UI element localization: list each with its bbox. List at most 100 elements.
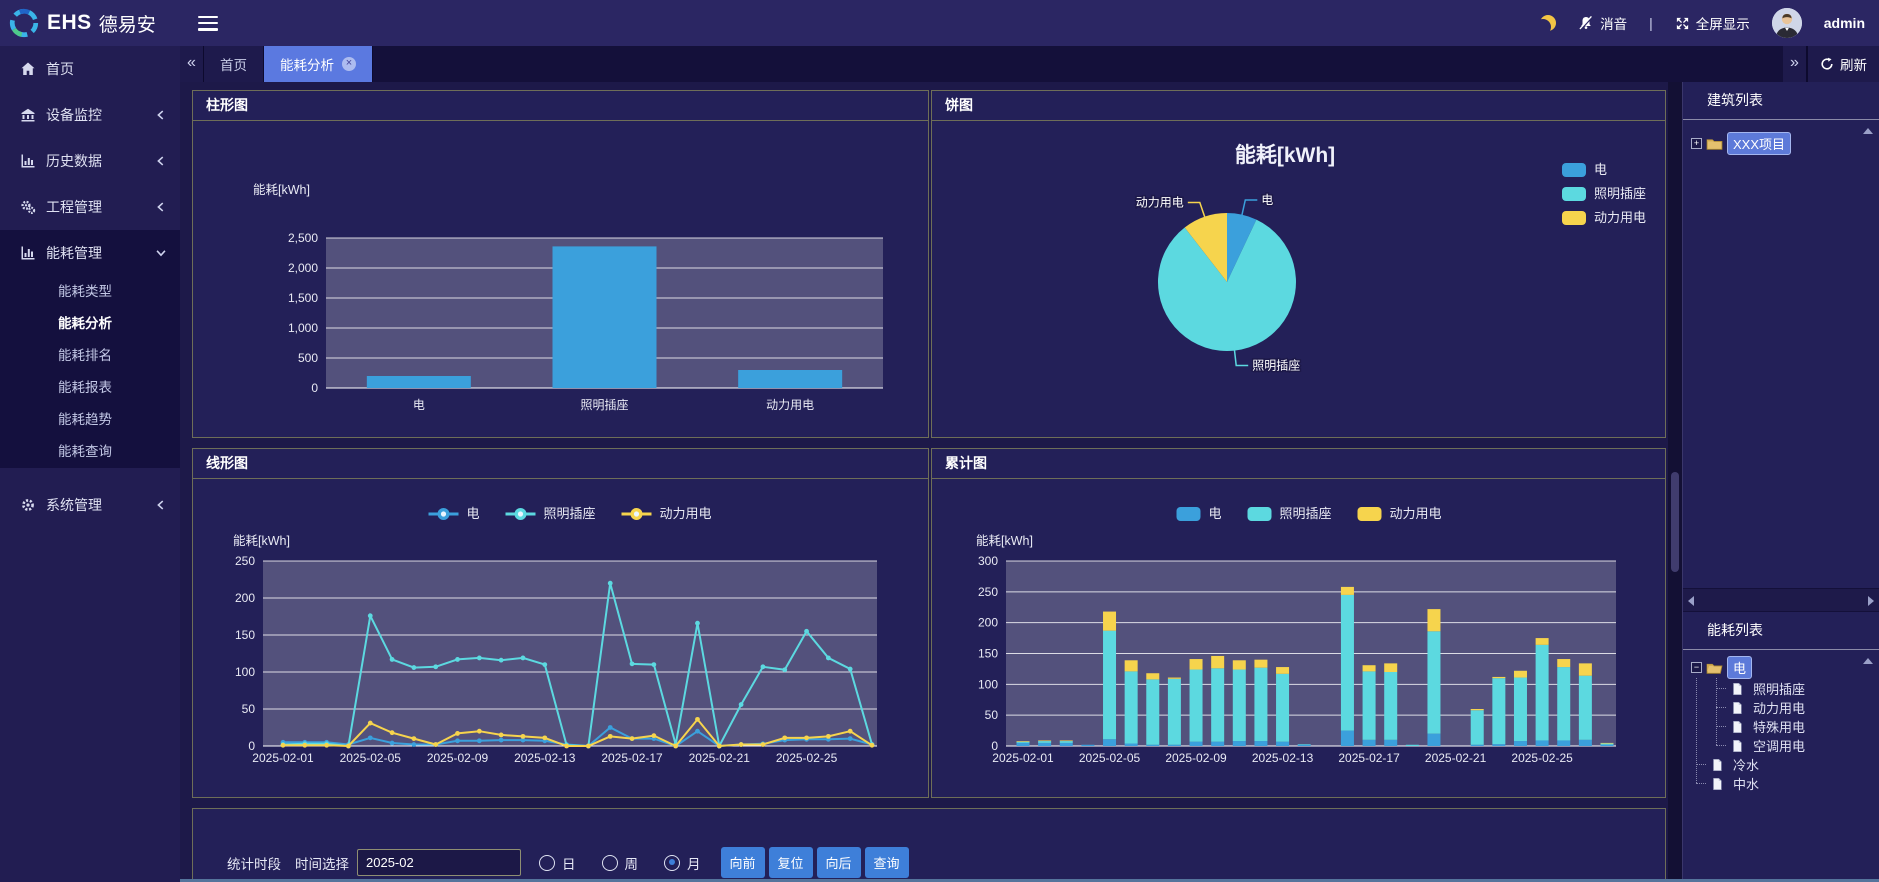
tree-node-label: 冷水 <box>1728 754 1764 775</box>
radio-circle[interactable] <box>602 855 618 871</box>
tree-expander-icon[interactable]: − <box>1691 662 1702 673</box>
sidebar-subitem-energy-ranking[interactable]: 能耗排名 <box>0 340 180 372</box>
svg-text:动力用电: 动力用电 <box>1390 506 1442 521</box>
radio-label: 周 <box>625 853 639 873</box>
time-control-panel: 统计时段 时间选择 日周月 向前复位向后查询 <box>192 808 1666 882</box>
horizontal-scrollbar[interactable] <box>1683 588 1879 612</box>
svg-text:250: 250 <box>978 585 998 599</box>
tree-node-electric[interactable]: −电 <box>1683 650 1879 679</box>
radio-day[interactable]: 日 <box>539 853 576 873</box>
tree-node-power-electric[interactable]: 动力用电 <box>1683 698 1879 717</box>
tab-bar: « 首页能耗分析× » 刷新 <box>180 46 1879 82</box>
bar-照明插座[interactable] <box>553 246 657 388</box>
stack-legend-item-照明插座[interactable]: 照明插座 <box>1248 506 1332 521</box>
stack-legend-item-电[interactable]: 电 <box>1177 506 1222 521</box>
bar-电[interactable] <box>367 376 471 388</box>
fullscreen-button[interactable]: 全屏显示 <box>1675 13 1750 33</box>
svg-text:照明插座: 照明插座 <box>1594 186 1646 201</box>
sidebar-item-label: 工程管理 <box>46 197 144 217</box>
radio-circle[interactable] <box>664 855 680 871</box>
menu-toggle-icon[interactable] <box>198 16 218 31</box>
line-legend-item-动力用电[interactable]: 动力用电 <box>622 506 712 521</box>
pie-legend-item-照明插座[interactable]: 照明插座 <box>1562 186 1646 201</box>
tabs-scroll-left-button[interactable]: « <box>180 46 204 82</box>
scroll-left-icon[interactable] <box>1688 596 1694 606</box>
query-button[interactable]: 查询 <box>865 847 909 878</box>
file-icon <box>1710 758 1724 772</box>
pie-chart-panel-title: 饼图 <box>932 91 1665 121</box>
radio-month[interactable]: 月 <box>664 853 701 873</box>
tree-node-reclaimed-water[interactable]: 中水 <box>1683 774 1879 793</box>
footer-buttons: 向前复位向后查询 <box>721 847 909 878</box>
stacked-chart: 050100150200250300能耗[kWh]2025-02-012025-… <box>932 480 1665 798</box>
stack-legend-item-动力用电[interactable]: 动力用电 <box>1358 506 1442 521</box>
svg-text:能耗[kWh]: 能耗[kWh] <box>976 534 1033 548</box>
stacked-chart-panel-title: 累计图 <box>932 449 1665 479</box>
tree-node-label: 特殊用电 <box>1748 716 1810 737</box>
svg-text:电: 电 <box>413 398 425 412</box>
prev-button[interactable]: 向前 <box>721 847 765 878</box>
sidebar-item-home[interactable]: 首页 <box>0 46 180 92</box>
scroll-right-icon[interactable] <box>1868 596 1874 606</box>
sidebar-item-label: 设备监控 <box>46 105 144 125</box>
sidebar-item-device-monitor[interactable]: 设备监控 <box>0 92 180 138</box>
sidebar-subitem-energy-report[interactable]: 能耗报表 <box>0 372 180 404</box>
time-select-label: 时间选择 <box>295 853 349 873</box>
tree-node-project[interactable]: + XXX项目 <box>1683 120 1879 155</box>
time-input[interactable] <box>357 849 521 876</box>
vertical-scrollbar-handle[interactable] <box>1671 472 1679 572</box>
tree-node-label: 照明插座 <box>1748 678 1810 699</box>
refresh-button[interactable]: 刷新 <box>1807 46 1879 82</box>
avatar-image <box>1772 8 1802 38</box>
pie-legend-item-动力用电[interactable]: 动力用电 <box>1562 210 1646 225</box>
tree-node-special-electric[interactable]: 特殊用电 <box>1683 717 1879 736</box>
sidebar-item-energy-mgmt[interactable]: 能耗管理 <box>0 230 180 276</box>
mute-bell-icon <box>1578 15 1594 31</box>
sidebar-item-label: 首页 <box>46 59 168 79</box>
brand-logo: EHS 德易安 <box>0 0 180 46</box>
line-chart: 050100150200250能耗[kWh]2025-02-012025-02-… <box>193 480 928 798</box>
gears-icon <box>20 199 36 215</box>
tab-home[interactable]: 首页 <box>204 46 264 82</box>
sidebar-subitem-energy-type[interactable]: 能耗类型 <box>0 276 180 308</box>
svg-text:2025-02-17: 2025-02-17 <box>601 751 663 765</box>
radio-circle[interactable] <box>539 855 555 871</box>
sidebar-subitem-energy-analysis[interactable]: 能耗分析 <box>0 308 180 340</box>
file-icon <box>1710 777 1724 791</box>
username[interactable]: admin <box>1824 15 1865 31</box>
vertical-scrollbar[interactable] <box>1668 82 1682 882</box>
line-legend-item-电[interactable]: 电 <box>429 506 480 521</box>
tree-expander-icon[interactable]: + <box>1691 138 1702 149</box>
sidebar-item-project-mgmt[interactable]: 工程管理 <box>0 184 180 230</box>
svg-text:能耗[kWh]: 能耗[kWh] <box>253 183 310 197</box>
bar-动力用电[interactable] <box>738 370 842 388</box>
radio-label: 月 <box>687 853 701 873</box>
line-legend-item-照明插座[interactable]: 照明插座 <box>506 506 596 521</box>
svg-text:2025-02-17: 2025-02-17 <box>1338 751 1400 765</box>
svg-text:电: 电 <box>467 506 480 521</box>
tree-node-cold-water[interactable]: 冷水 <box>1683 755 1879 774</box>
svg-text:2025-02-05: 2025-02-05 <box>1079 751 1141 765</box>
tree-node-ac-electric[interactable]: 空调用电 <box>1683 736 1879 755</box>
svg-text:2025-02-01: 2025-02-01 <box>992 751 1054 765</box>
tab-close-icon[interactable]: × <box>342 57 356 71</box>
sidebar-item-history-data[interactable]: 历史数据 <box>0 138 180 184</box>
tab-energy-analysis[interactable]: 能耗分析× <box>264 46 373 82</box>
sidebar-item-system-mgmt[interactable]: 系统管理 <box>0 482 180 528</box>
line-chart-panel-title: 线形图 <box>193 449 928 479</box>
sidebar-subitem-energy-trend[interactable]: 能耗趋势 <box>0 404 180 436</box>
bar-chart-panel-title: 柱形图 <box>193 91 928 121</box>
tree-node-lighting-socket[interactable]: 照明插座 <box>1683 679 1879 698</box>
avatar[interactable] <box>1772 8 1802 38</box>
next-button[interactable]: 向后 <box>817 847 861 878</box>
tabs-scroll-right-button[interactable]: » <box>1783 46 1807 82</box>
sidebar-subitem-energy-query[interactable]: 能耗查询 <box>0 436 180 468</box>
building-tree: + XXX项目 <box>1683 120 1879 588</box>
mute-button[interactable]: 消音 <box>1578 13 1627 33</box>
sidebar: 首页设备监控历史数据工程管理能耗管理能耗类型能耗分析能耗排名能耗报表能耗趋势能耗… <box>0 46 180 882</box>
radio-week[interactable]: 周 <box>602 853 639 873</box>
pie-legend-item-电[interactable]: 电 <box>1562 162 1607 177</box>
tree-node-label: XXX项目 <box>1727 132 1791 155</box>
theme-moon-icon[interactable] <box>1540 15 1556 31</box>
reset-button[interactable]: 复位 <box>769 847 813 878</box>
